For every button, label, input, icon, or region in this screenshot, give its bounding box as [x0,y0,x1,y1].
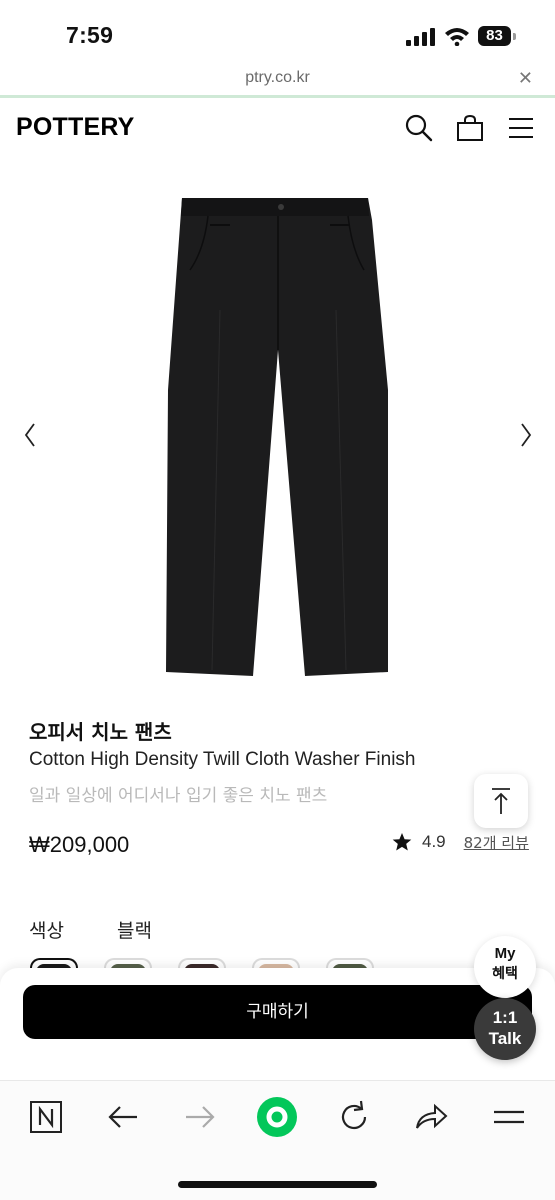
talk-label-line1: 1:1 [492,1008,518,1027]
battery-tip [513,33,516,40]
product-price: ₩209,000 [29,832,130,857]
menu-icon[interactable] [489,1097,529,1137]
product-rating: 4.9 82개 리뷰 [392,830,529,854]
share-icon[interactable] [411,1097,451,1137]
product-description: 일과 일상에 어디서나 입기 좋은 치노 팬츠 [29,786,328,806]
search-icon[interactable] [404,113,434,143]
rating-value: 4.9 [422,832,446,851]
benefit-label-line2: 혜택 [492,966,518,982]
site-logo[interactable]: POTTERY [16,113,135,142]
previous-image-arrow-icon[interactable] [18,420,42,450]
product-image-pants [166,198,388,676]
status-time: 7:59 [66,22,114,48]
cellular-signal-icon [406,28,435,46]
buy-button[interactable]: 구매하기 [23,985,532,1039]
green-dot-icon[interactable] [257,1097,297,1137]
shopping-bag-icon[interactable] [455,113,485,143]
naver-home-icon[interactable] [26,1097,66,1137]
color-option-label: 색상 [29,920,64,942]
star-icon [392,833,412,851]
close-icon[interactable]: ✕ [518,68,533,89]
product-subtitle: Cotton High Density Twill Cloth Washer F… [29,749,416,770]
battery-level: 83 [478,26,511,46]
purchase-sheet: 구매하기 [0,968,555,1080]
url-text[interactable]: ptry.co.kr [0,69,555,87]
status-bar: 7:59 83 [0,0,555,66]
site-header: POTTERY [0,99,555,157]
next-image-arrow-icon[interactable] [514,420,538,450]
battery-indicator: 83 [478,26,516,46]
benefit-label-line1: My [494,945,516,962]
my-benefits-button[interactable]: My 혜택 [474,936,536,998]
arrow-up-icon [492,788,510,814]
color-option-value: 블랙 [117,920,152,942]
wifi-icon [445,28,469,46]
url-bar[interactable]: ptry.co.kr ✕ [0,66,555,98]
product-title: 오피서 치노 팬츠 [29,720,172,744]
home-indicator [178,1181,377,1188]
one-to-one-talk-button[interactable]: 1:1 Talk [474,998,536,1060]
forward-arrow-icon [180,1097,220,1137]
refresh-icon[interactable] [334,1097,374,1137]
review-count-link[interactable]: 82개 리뷰 [464,832,529,853]
talk-label-line2: Talk [488,1029,522,1048]
scroll-to-top-button[interactable] [474,774,528,828]
back-arrow-icon[interactable] [103,1097,143,1137]
product-gallery[interactable] [0,160,555,690]
menu-icon[interactable] [506,113,536,143]
